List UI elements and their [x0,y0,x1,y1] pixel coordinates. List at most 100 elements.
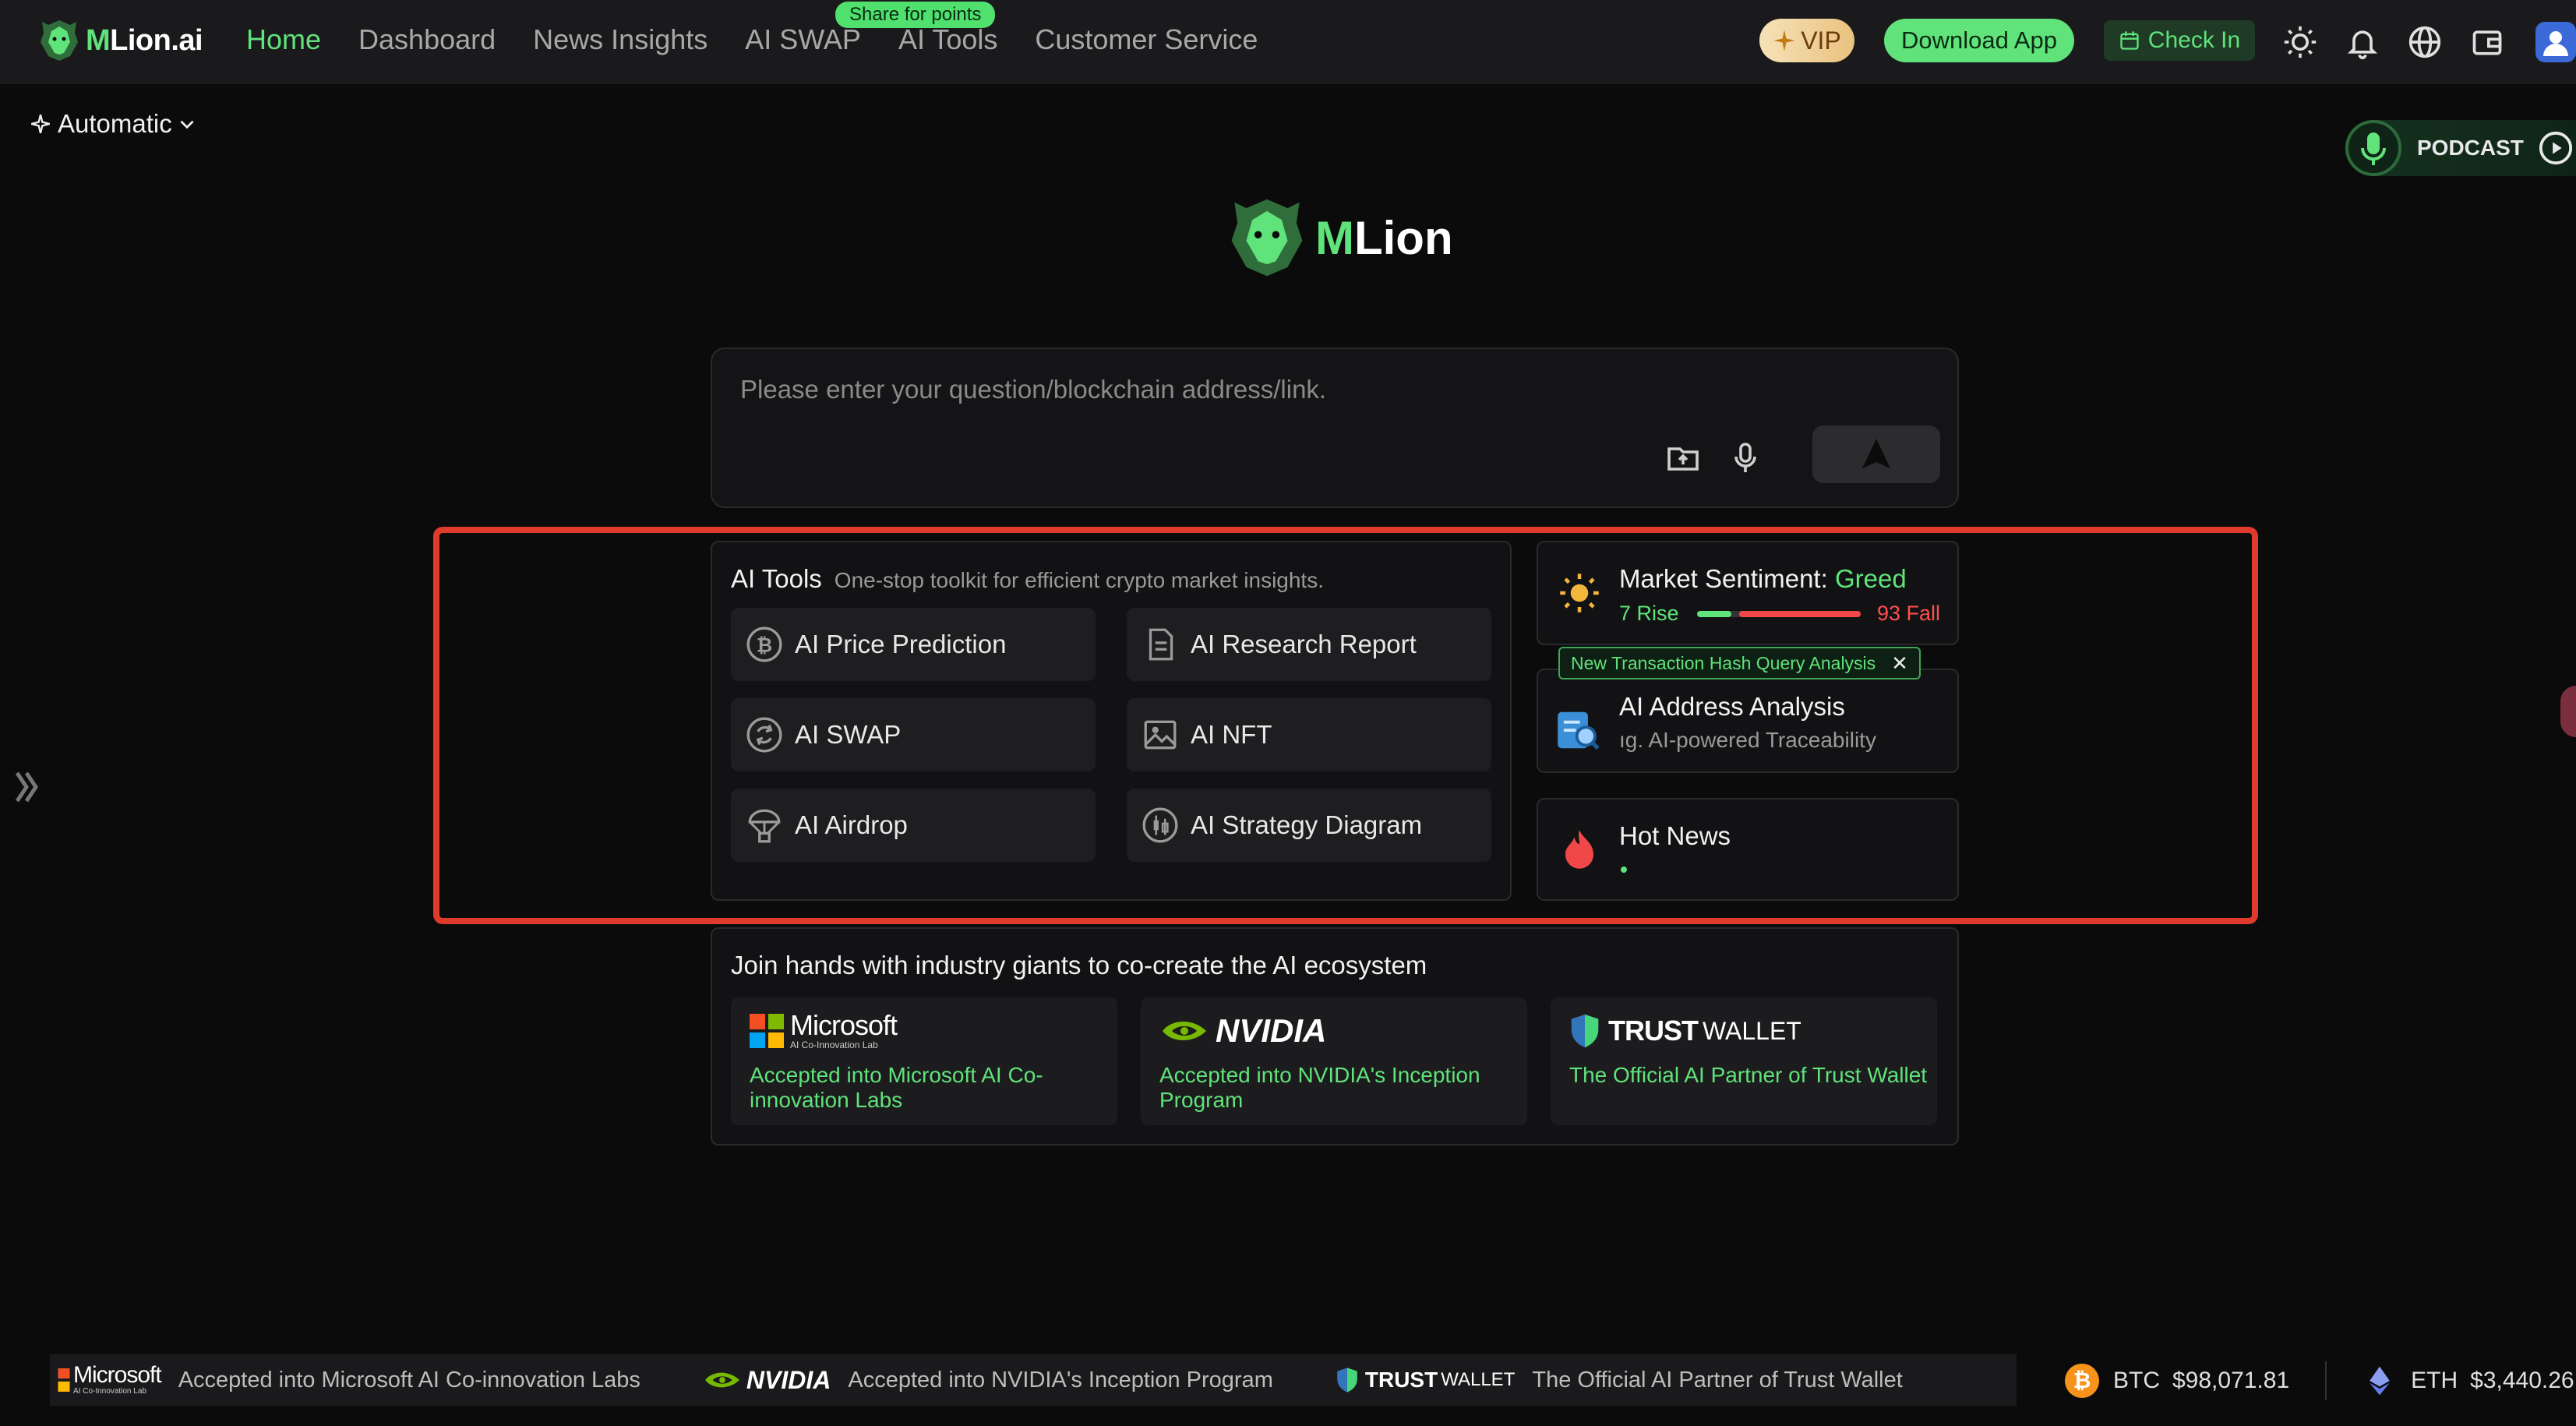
ticker-item-microsoft: Microsoft AI Co-Innovation Lab Accepted … [58,1364,640,1396]
nvidia-eye-icon [1163,1022,1206,1040]
globe-icon[interactable] [2408,25,2442,59]
ethereum-icon [2370,1366,2390,1396]
hot-news-title: Hot News [1619,821,1731,850]
address-search-icon [1558,711,1600,750]
nav-customer-service[interactable]: Customer Service [1035,23,1258,56]
nav-ai-tools[interactable]: AI Tools [898,23,997,56]
nav-news-insights[interactable]: News Insights [533,23,708,56]
rise-bar [1697,611,1731,617]
sentiment-value: Greed [1834,564,1907,593]
nav-ai-swap[interactable]: AI SWAP [745,23,861,56]
floating-side-button[interactable] [2560,686,2576,737]
microsoft-icon [58,1368,70,1392]
candlestick-icon [1142,807,1178,843]
partner-nvidia[interactable]: NVIDIA Accepted into NVIDIA's Inception … [1141,997,1527,1125]
ai-address-analysis-card[interactable]: AI Address Analysis ıg. AI-powered Trace… [1537,669,1959,773]
question-box [711,348,1959,508]
ticker-item-nvidia: NVIDIA Accepted into NVIDIA's Inception … [703,1366,1273,1395]
partners-panel: Join hands with industry giants to co-cr… [711,927,1959,1145]
address-analysis-subtitle: ıg. AI-powered Traceability [1619,728,1876,752]
nvidia-eye-icon [705,1372,739,1388]
tool-ai-swap[interactable]: AI SWAP [731,698,1096,771]
sentiment-ratio-bar [1697,611,1861,617]
hot-news-card[interactable]: Hot News [1537,798,1959,901]
tool-ai-research-report[interactable]: AI Research Report [1127,608,1491,681]
bitcoin-icon: ₿ [746,627,782,662]
ai-tools-subtitle: One-stop toolkit for efficient crypto ma… [834,568,1324,592]
partner-microsoft[interactable]: Microsoft AI Co-Innovation Lab Accepted … [731,997,1117,1125]
nav-dashboard[interactable]: Dashboard [358,23,496,56]
partner-description: Accepted into Microsoft AI Co-innovation… [750,1063,1043,1112]
new-feature-tooltip: New Transaction Hash Query Analysis ✕ [1558,647,1921,679]
tool-ai-nft[interactable]: AI NFT [1127,698,1491,771]
bell-icon[interactable] [2345,25,2380,59]
tool-ai-airdrop[interactable]: AI Airdrop [731,789,1096,862]
partner-ticker: Microsoft AI Co-Innovation Lab Accepted … [50,1354,2017,1406]
price-eth[interactable]: ETH $3,440.26 [2363,1364,2574,1398]
rise-count: 7 Rise [1619,602,1679,625]
fall-count: 93 Fall [1876,602,1940,625]
bitcoin-icon: ₿ [2065,1364,2099,1398]
microphone-icon [2345,120,2401,176]
svg-text:₿: ₿ [757,634,772,656]
chevron-down-icon [180,120,194,129]
address-analysis-title: AI Address Analysis [1619,692,1845,721]
sparkle-icon [1773,30,1795,51]
fall-bar [1739,611,1861,617]
lion-logo-icon [41,20,78,61]
share-for-points-badge[interactable]: Share for points [835,2,996,28]
partner-trust-wallet[interactable]: TRUST WALLET The Official AI Partner of … [1551,997,1937,1125]
swap-icon [746,717,782,753]
document-icon [1149,628,1173,661]
check-in-button[interactable]: Check In [2104,20,2255,61]
microsoft-logo: Microsoft AI Co-Innovation Lab [750,1011,898,1050]
user-avatar-icon[interactable] [2535,22,2576,62]
podcast-widget[interactable]: PODCAST [2345,120,2576,176]
divider [2325,1361,2327,1400]
nav-home[interactable]: Home [246,23,321,56]
microsoft-icon [750,1014,784,1048]
trust-wallet-logo: TRUST WALLET [1569,1011,1801,1050]
market-sentiment-title: Market Sentiment: Greed [1619,564,1907,593]
sun-icon[interactable] [2283,25,2317,59]
site-logo[interactable]: MLion.ai [39,19,203,62]
brand-logo-text: MLion [1315,211,1453,264]
nav-links: Home Dashboard News Insights AI SWAP AI … [246,23,1295,56]
partner-description: The Official AI Partner of Trust Wallet [1569,1063,1928,1087]
question-input[interactable] [740,372,1675,407]
partner-description: Accepted into NVIDIA's Inception Program [1159,1063,1480,1112]
brand-logo: MLion [1228,196,1453,279]
mode-selector[interactable]: Automatic [30,109,203,139]
market-sentiment-card[interactable]: Market Sentiment: Greed 7 Rise 93 Fall [1537,541,1959,645]
close-icon[interactable]: ✕ [1891,651,1908,676]
top-nav: MLion.ai Home Dashboard News Insights AI… [0,0,2576,84]
vip-button[interactable]: VIP [1759,19,1854,62]
wallet-icon[interactable] [2470,25,2504,59]
price-ticker: ₿ BTC $98,071.81 ETH $3,440.26 [2065,1357,2574,1404]
sun-icon [1560,574,1599,612]
shield-icon [1337,1368,1357,1392]
send-arrow-icon [1862,439,1890,468]
parachute-icon [748,809,781,843]
shield-icon [1571,1014,1599,1048]
play-icon[interactable] [2538,130,2574,166]
calendar-icon [2120,31,2139,50]
microphone-icon[interactable] [1727,439,1764,477]
upload-folder-icon[interactable] [1664,439,1702,477]
send-button[interactable] [1812,425,1940,483]
download-app-button[interactable]: Download App [1884,19,2074,62]
image-icon [1144,720,1177,750]
news-indicator-dot [1621,867,1627,873]
ai-tools-title: AI Tools [731,564,822,593]
tool-ai-strategy-diagram[interactable]: AI Strategy Diagram [1127,789,1491,862]
ai-tools-header: AI Tools One-stop toolkit for efficient … [731,564,1324,594]
partners-title: Join hands with industry giants to co-cr… [731,951,1427,979]
nvidia-logo: NVIDIA [1159,1011,1326,1050]
tool-ai-price-prediction[interactable]: ₿ AI Price Prediction [731,608,1096,681]
sparkle-outline-icon [31,115,50,133]
fire-icon [1565,830,1593,869]
price-btc[interactable]: ₿ BTC $98,071.81 [2065,1364,2289,1398]
expand-sidebar-icon[interactable] [11,764,42,810]
lion-logo-icon [1231,199,1303,277]
ai-tools-panel: AI Tools One-stop toolkit for efficient … [711,541,1512,901]
